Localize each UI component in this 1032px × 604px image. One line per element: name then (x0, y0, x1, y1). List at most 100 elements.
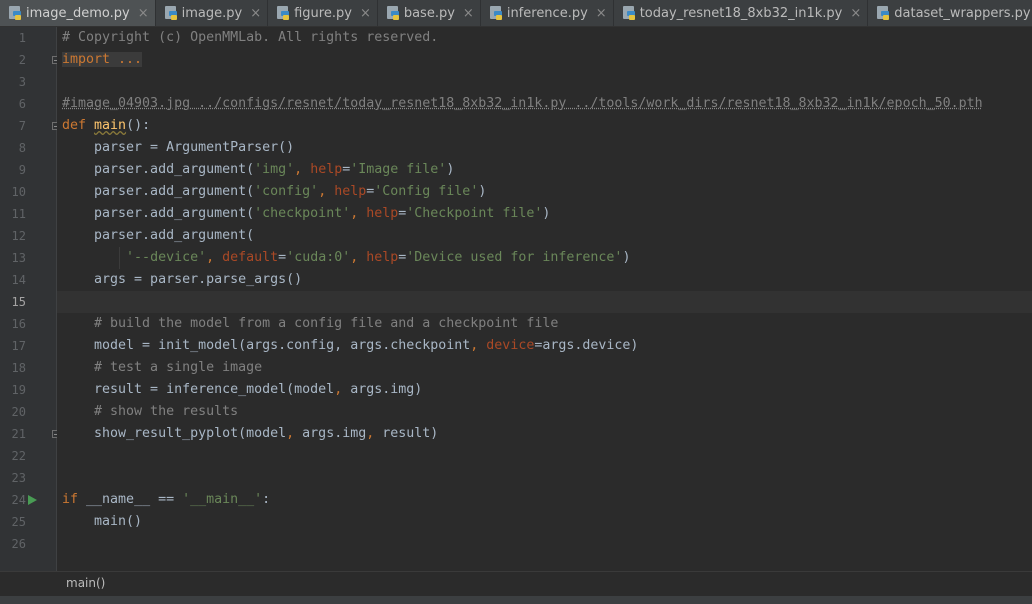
code-line: parser.add_argument('checkpoint', help='… (62, 203, 550, 225)
close-icon[interactable]: × (463, 6, 474, 21)
line-number: 17 (11, 339, 26, 353)
line-number: 2 (18, 53, 26, 67)
run-icon[interactable] (28, 495, 37, 505)
code-token: 'config' (254, 184, 319, 199)
tab-label: base.py (403, 5, 455, 21)
code-token: : (262, 492, 271, 507)
code-token: result) (382, 426, 439, 441)
python-file-icon (386, 6, 400, 20)
close-icon[interactable]: × (596, 6, 607, 21)
python-file-icon (164, 6, 178, 20)
tab-label: figure.py (294, 5, 352, 21)
code-line: def main(): (62, 115, 150, 137)
code-token: if (62, 492, 87, 507)
line-number: 23 (11, 471, 26, 485)
bottom-panel-edge (0, 596, 1032, 604)
code-line: parser.add_argument( (62, 225, 254, 247)
line-number: 21 (11, 427, 26, 441)
code-token: 'img' (254, 162, 295, 177)
python-file-icon (489, 6, 503, 20)
breadcrumb-function[interactable]: main() (66, 576, 105, 590)
code-token: args = parser.parse_args() (62, 272, 303, 287)
code-editor[interactable]: # Copyright (c) OpenMMLab. All rights re… (57, 27, 1032, 571)
line-number: 25 (11, 515, 26, 529)
code-token: (): (126, 118, 151, 133)
code-token: 'Checkpoint file' (406, 206, 543, 221)
code-token: # test a single image (62, 360, 263, 375)
python-file-icon (8, 6, 22, 20)
code-line: '--device', default='cuda:0', help='Devi… (62, 247, 630, 269)
tab-label: image_demo.py (26, 5, 130, 21)
line-number-gutter: 1 2 3 6 7 8 9 10 11 12 13 14 15 16 17 18 19 20 21 22 23 24 25 2… (0, 27, 60, 571)
code-token: 'checkpoint' (254, 206, 351, 221)
code-token: 'Device used for inference' (406, 250, 623, 265)
code-line: if __name__ == '__main__': (62, 489, 270, 511)
python-file-icon (276, 6, 290, 20)
line-number: 24 (11, 493, 26, 507)
code-token: ) (478, 184, 487, 199)
tab-label: dataset_wrappers.py (894, 5, 1031, 21)
code-token: ) (542, 206, 551, 221)
close-icon[interactable]: × (138, 6, 149, 21)
line-number: 19 (11, 383, 26, 397)
tab-today-resnet18-8xb32-in1k-py[interactable]: today_resnet18_8xb32_in1k.py × (614, 0, 869, 26)
code-token: , (318, 184, 335, 199)
code-token: device (486, 338, 535, 353)
tab-dataset-wrappers-py[interactable]: dataset_wrappers.py× (868, 0, 1032, 26)
code-token: show_result_pyplot(model (62, 426, 287, 441)
breadcrumb-bar: main() (0, 571, 1032, 596)
code-token: # build the model from a config file and… (62, 316, 559, 331)
line-number: 12 (11, 229, 26, 243)
tab-image-demo-py[interactable]: image_demo.py × (0, 0, 156, 26)
code-token: '--device' (126, 250, 207, 265)
line-number: 6 (18, 97, 26, 111)
tab-base-py[interactable]: base.py × (378, 0, 481, 26)
code-token: __name__ == (86, 492, 183, 507)
code-token: parser.add_argument( (62, 184, 255, 199)
line-number: 3 (18, 75, 26, 89)
code-token: # show the results (62, 404, 239, 419)
tab-figure-py[interactable]: figure.py × (268, 0, 378, 26)
code-token: ) (622, 250, 631, 265)
python-file-icon (622, 6, 636, 20)
close-icon[interactable]: × (250, 6, 261, 21)
code-token: =args.device) (534, 338, 639, 353)
code-token: import ... (62, 52, 143, 67)
line-number: 10 (11, 185, 26, 199)
tab-inference-py[interactable]: inference.py × (481, 0, 614, 26)
editor-tab-bar: image_demo.py × image.py × figure.py × base.py… (0, 0, 1032, 27)
code-token: 'Image file' (350, 162, 447, 177)
line-number: 14 (11, 273, 26, 287)
line-number: 8 (18, 141, 26, 155)
code-line: parser.add_argument('img', help='Image f… (62, 159, 454, 181)
code-token: result = inference_model(model (62, 382, 335, 397)
code-line: #image_04903.jpg ../configs/resnet/today… (62, 93, 983, 115)
code-line: args = parser.parse_args() (62, 269, 302, 291)
code-line: # test a single image (62, 357, 262, 379)
close-icon[interactable]: × (360, 6, 371, 21)
code-token: help (334, 184, 367, 199)
code-token: 'cuda:0' (286, 250, 351, 265)
code-token: help (366, 250, 399, 265)
tab-image-py[interactable]: image.py × (156, 0, 269, 26)
code-token: #image_04903.jpg ../configs/resnet/today… (62, 96, 983, 111)
code-token: , (286, 426, 303, 441)
current-line-highlight (57, 291, 1032, 313)
code-token: ) (446, 162, 455, 177)
code-token: , (366, 426, 383, 441)
tab-label: today_resnet18_8xb32_in1k.py (639, 5, 843, 21)
code-token: , (334, 382, 351, 397)
code-token: # Copyright (c) OpenMMLab. All rights re… (62, 30, 439, 45)
line-number: 16 (11, 317, 26, 331)
code-token: parser = ArgumentParser() (62, 140, 295, 155)
python-file-icon (876, 6, 890, 20)
tab-label: image.py (181, 5, 243, 21)
code-line: result = inference_model(model, args.img… (62, 379, 422, 401)
code-token: main() (62, 514, 143, 529)
line-number: 15 (11, 295, 26, 309)
line-number: 7 (18, 119, 26, 133)
code-token: = (278, 250, 287, 265)
close-icon[interactable]: × (850, 6, 861, 21)
code-token: help (310, 162, 343, 177)
code-token: '__main__' (182, 492, 263, 507)
